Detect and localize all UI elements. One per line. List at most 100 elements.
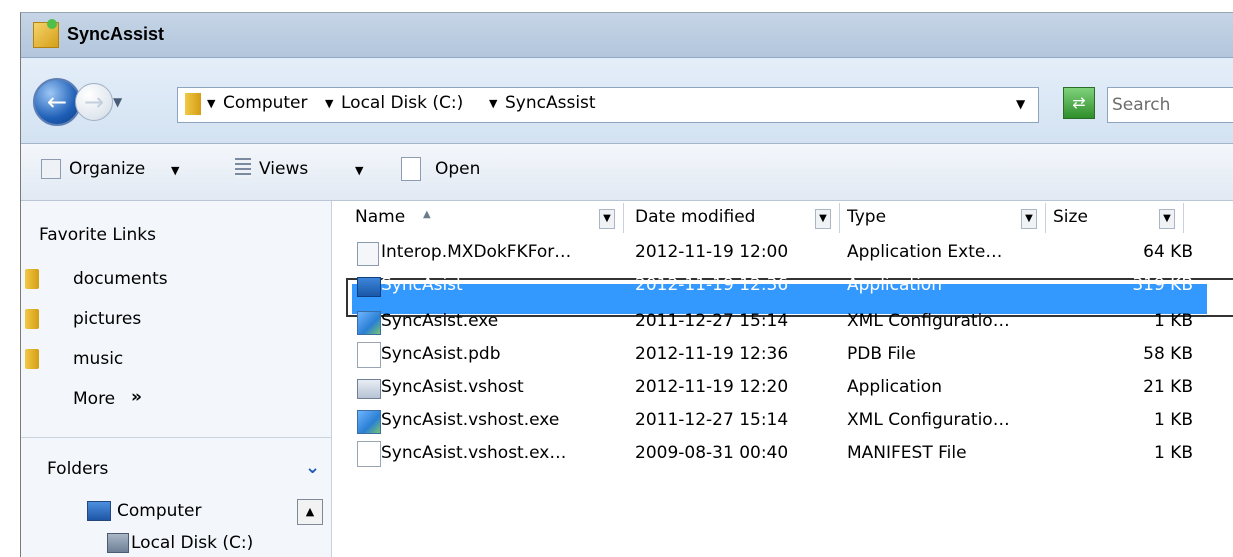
app-icon xyxy=(357,277,381,297)
file-row[interactable]: SyncAsist.pdb 2012-11-19 12:36 PDB File … xyxy=(353,338,1213,370)
file-date: 2011-12-27 15:14 xyxy=(635,410,789,430)
file-row[interactable]: SyncAsist.vshost.exe 2011-12-27 15:14 XM… xyxy=(353,404,1213,436)
column-divider[interactable] xyxy=(1045,203,1046,233)
column-filter-dropdown[interactable]: ▼ xyxy=(1021,209,1037,229)
crumb-arrow-icon[interactable]: ▼ xyxy=(207,97,215,110)
folder-icon xyxy=(25,349,39,369)
file-date: 2012-11-19 12:36 xyxy=(635,275,789,295)
views-icon xyxy=(235,158,251,178)
chevron-right-icon[interactable]: » xyxy=(131,387,142,407)
dll-icon xyxy=(357,242,379,266)
favorite-links-header: Favorite Links xyxy=(39,225,157,245)
file-name: SyncAsist.vshost.ex… xyxy=(381,443,567,463)
favorite-link-documents[interactable]: documents xyxy=(73,269,168,289)
file-type: MANIFEST File xyxy=(847,443,967,463)
file-icon xyxy=(357,342,381,368)
scroll-up-button[interactable]: ▲ xyxy=(297,499,323,525)
divider xyxy=(21,437,331,438)
file-size: 319 KB xyxy=(1132,275,1193,295)
file-type: XML Configuratio… xyxy=(847,410,1010,430)
file-date: 2012-11-19 12:00 xyxy=(635,242,789,262)
file-row[interactable]: SyncAsist.exe 2011-12-27 15:14 XML Confi… xyxy=(353,305,1213,337)
column-filter-dropdown[interactable]: ▼ xyxy=(815,209,831,229)
file-size: 64 KB xyxy=(1143,242,1193,262)
desktop-background-top xyxy=(0,0,1233,12)
folders-header[interactable]: Folders xyxy=(47,459,108,479)
command-toolbar xyxy=(21,144,1233,201)
column-divider[interactable] xyxy=(839,203,840,233)
file-name: SyncAsist.vshost xyxy=(381,377,524,397)
forward-arrow-icon: → xyxy=(83,88,105,116)
file-size: 1 KB xyxy=(1153,410,1193,430)
organize-icon xyxy=(41,159,61,179)
config-icon xyxy=(357,311,381,335)
views-dropdown-icon[interactable]: ▼ xyxy=(355,164,363,177)
file-type: Application xyxy=(847,275,942,295)
file-size: 1 KB xyxy=(1153,311,1193,331)
address-dropdown-icon[interactable]: ▼ xyxy=(1016,97,1025,111)
column-divider[interactable] xyxy=(623,203,624,233)
tree-item-local-disk[interactable]: Local Disk (C:) xyxy=(131,533,253,553)
back-arrow-icon: ← xyxy=(46,88,68,116)
column-filter-dropdown[interactable]: ▼ xyxy=(1159,209,1175,229)
file-size: 58 KB xyxy=(1143,344,1193,364)
refresh-icon: ⇄ xyxy=(1072,93,1086,112)
explorer-window: SyncAssist ← → ▼ ▼ Computer ▼ Local Disk… xyxy=(20,12,1233,557)
file-row[interactable]: SyncAsist.vshost.ex… 2009-08-31 00:40 MA… xyxy=(353,437,1213,469)
column-header-name[interactable]: Name xyxy=(355,207,405,237)
file-date: 2011-12-27 15:14 xyxy=(635,311,789,331)
tree-item-computer[interactable]: Computer xyxy=(117,501,202,521)
crumb-syncassist[interactable]: SyncAssist xyxy=(505,93,596,113)
views-button[interactable]: Views xyxy=(259,159,308,179)
config-icon xyxy=(357,410,381,434)
favorite-link-pictures[interactable]: pictures xyxy=(73,309,141,329)
crumb-arrow-icon[interactable]: ▼ xyxy=(325,97,333,110)
chevron-down-icon[interactable]: ⌄ xyxy=(305,457,320,478)
file-size: 21 KB xyxy=(1143,377,1193,397)
file-type: Application Exte… xyxy=(847,242,1003,262)
sort-ascending-icon: ▲ xyxy=(423,209,431,220)
file-icon xyxy=(357,441,381,467)
crumb-arrow-icon[interactable]: ▼ xyxy=(489,97,497,110)
app-icon xyxy=(357,379,381,399)
file-name: Interop.MXDokFKFor… xyxy=(381,242,572,262)
organize-dropdown-icon[interactable]: ▼ xyxy=(171,164,179,177)
file-row[interactable]: SyncAsist.vshost 2012-11-19 12:20 Applic… xyxy=(353,371,1213,403)
open-icon xyxy=(401,157,421,181)
column-header-date-modified[interactable]: Date modified xyxy=(635,207,755,237)
forward-button[interactable]: → xyxy=(75,83,113,121)
folder-icon xyxy=(25,269,39,289)
search-input[interactable]: Search xyxy=(1107,87,1233,123)
file-row-selected[interactable]: SyncAsist 2012-11-19 12:36 Application 3… xyxy=(353,269,1213,301)
file-type: Application xyxy=(847,377,942,397)
crumb-local-disk[interactable]: Local Disk (C:) xyxy=(341,93,463,113)
file-date: 2012-11-19 12:20 xyxy=(635,377,789,397)
file-size: 1 KB xyxy=(1153,443,1193,463)
file-name: SyncAsist.exe xyxy=(381,311,499,331)
column-divider[interactable] xyxy=(1183,203,1184,233)
column-header-size[interactable]: Size xyxy=(1053,207,1088,237)
column-header-type[interactable]: Type xyxy=(847,207,886,237)
sync-badge-icon xyxy=(47,19,57,29)
open-button[interactable]: Open xyxy=(435,159,480,179)
file-name: SyncAsist xyxy=(381,275,463,295)
more-links[interactable]: More xyxy=(73,389,115,409)
crumb-computer[interactable]: Computer xyxy=(223,93,308,113)
file-date: 2012-11-19 12:36 xyxy=(635,344,789,364)
favorite-link-music[interactable]: music xyxy=(73,349,123,369)
organize-button[interactable]: Organize xyxy=(69,159,145,179)
refresh-button[interactable]: ⇄ xyxy=(1063,87,1095,119)
folder-icon xyxy=(185,93,201,115)
back-button[interactable]: ← xyxy=(33,78,81,126)
title-bar[interactable]: SyncAssist xyxy=(21,13,1233,58)
file-row[interactable]: Interop.MXDokFKFor… 2012-11-19 12:00 App… xyxy=(353,236,1213,268)
file-type: XML Configuratio… xyxy=(847,311,1010,331)
drive-icon xyxy=(107,533,129,553)
desktop-background-left xyxy=(0,12,20,556)
file-date: 2009-08-31 00:40 xyxy=(635,443,789,463)
window-title: SyncAssist xyxy=(67,24,165,44)
file-name: SyncAsist.vshost.exe xyxy=(381,410,560,430)
folder-icon xyxy=(25,309,39,329)
history-dropdown-icon[interactable]: ▼ xyxy=(113,95,122,109)
column-filter-dropdown[interactable]: ▼ xyxy=(599,209,615,229)
